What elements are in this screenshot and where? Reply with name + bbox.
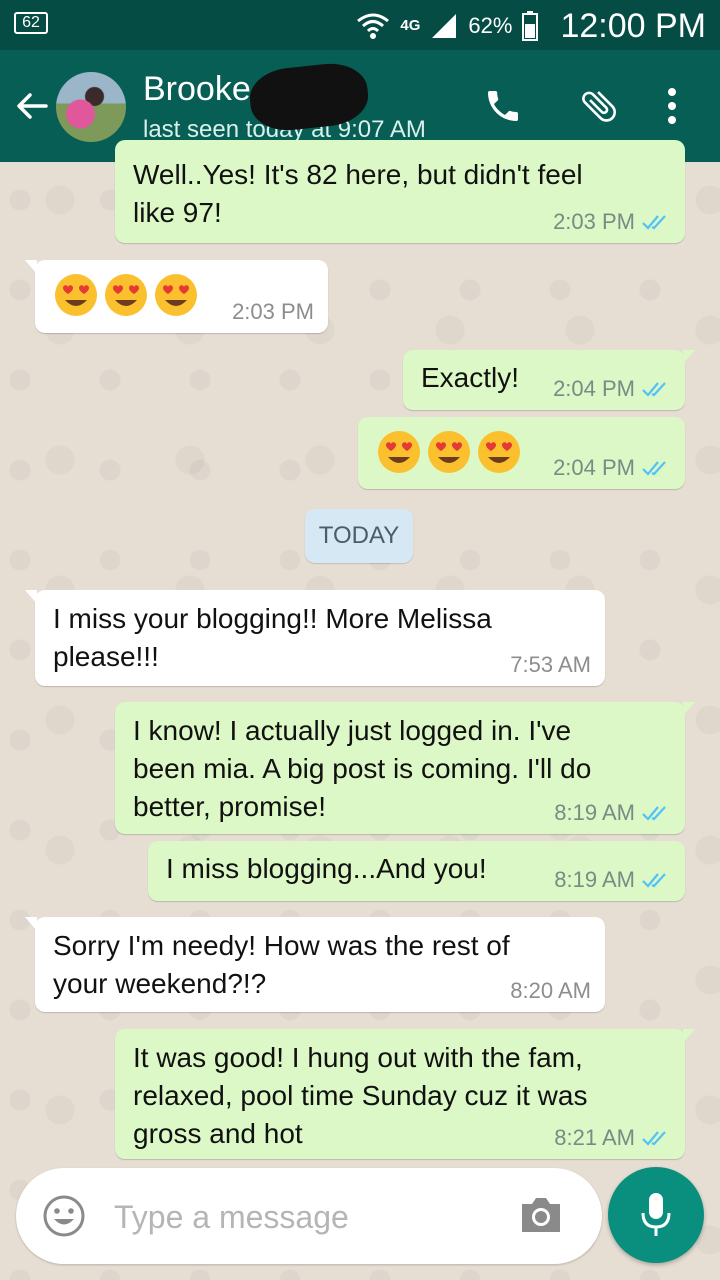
back-arrow-icon[interactable] [14, 88, 50, 124]
message-bubble-outgoing[interactable]: Well..Yes! It's 82 here, but didn't feel… [115, 140, 685, 243]
message-bubble-incoming[interactable]: Sorry I'm needy! How was the rest of you… [25, 917, 605, 1012]
mic-icon [641, 1193, 671, 1236]
message-bubble-incoming[interactable]: I miss your blogging!! More Melissa plea… [25, 590, 605, 686]
read-ticks-icon [642, 215, 666, 230]
message-time: 2:04 PM [553, 376, 635, 401]
wifi-icon [357, 13, 390, 39]
message-bubble-outgoing[interactable]: It was good! I hung out with the fam, re… [115, 1029, 695, 1159]
heart-eyes-emoji-icon [378, 431, 420, 473]
status-bar: 62 4G 62% 12:00 PM [0, 0, 720, 50]
message-input[interactable] [112, 1188, 496, 1246]
message-time: 8:21 AM [554, 1125, 635, 1150]
phone-icon[interactable] [483, 86, 523, 126]
message-time: 7:53 AM [510, 652, 591, 677]
camera-icon[interactable] [518, 1194, 564, 1236]
message-bubble-outgoing[interactable]: Exactly! 2:04 PM [403, 350, 695, 410]
date-divider: TODAY [305, 509, 413, 563]
message-bubble-incoming[interactable]: 2:03 PM [25, 260, 328, 333]
smiley-icon[interactable] [42, 1194, 86, 1238]
heart-eyes-emoji-icon [428, 431, 470, 473]
message-composer [16, 1168, 602, 1264]
message-time: 8:19 AM [554, 800, 635, 825]
clock: 12:00 PM [560, 6, 706, 45]
message-time: 8:20 AM [510, 978, 591, 1003]
voice-record-button[interactable] [608, 1167, 704, 1263]
contact-avatar[interactable] [56, 72, 126, 142]
contact-name[interactable]: Brooke [143, 70, 251, 109]
message-text: I miss your blogging!! More Melissa plea… [53, 603, 492, 672]
network-type: 4G [400, 17, 421, 34]
signal-icon [432, 14, 457, 38]
message-bubble-outgoing[interactable]: 2:04 PM [358, 417, 685, 489]
heart-eyes-emoji-icon [55, 274, 97, 316]
read-ticks-icon [642, 461, 666, 476]
battery-percent: 62% [468, 13, 513, 38]
notification-count: 62 [14, 12, 48, 34]
message-text: Sorry I'm needy! How was the rest of you… [53, 930, 510, 999]
paperclip-icon[interactable] [578, 84, 620, 128]
message-bubble-outgoing[interactable]: I know! I actually just logged in. I've … [115, 702, 695, 834]
heart-eyes-emoji-icon [105, 274, 147, 316]
message-time: 2:03 PM [232, 299, 314, 324]
read-ticks-icon [642, 382, 666, 397]
message-time: 2:03 PM [553, 209, 635, 234]
read-ticks-icon [642, 806, 666, 821]
heart-eyes-emoji-icon [478, 431, 520, 473]
more-vert-icon[interactable] [660, 86, 684, 126]
message-time: 2:04 PM [553, 455, 635, 480]
message-time: 8:19 AM [554, 867, 635, 892]
battery-icon [522, 11, 539, 41]
read-ticks-icon [642, 873, 666, 888]
message-bubble-outgoing[interactable]: I miss blogging...And you! 8:19 AM [148, 841, 685, 901]
read-ticks-icon [642, 1131, 666, 1146]
heart-eyes-emoji-icon [155, 274, 197, 316]
